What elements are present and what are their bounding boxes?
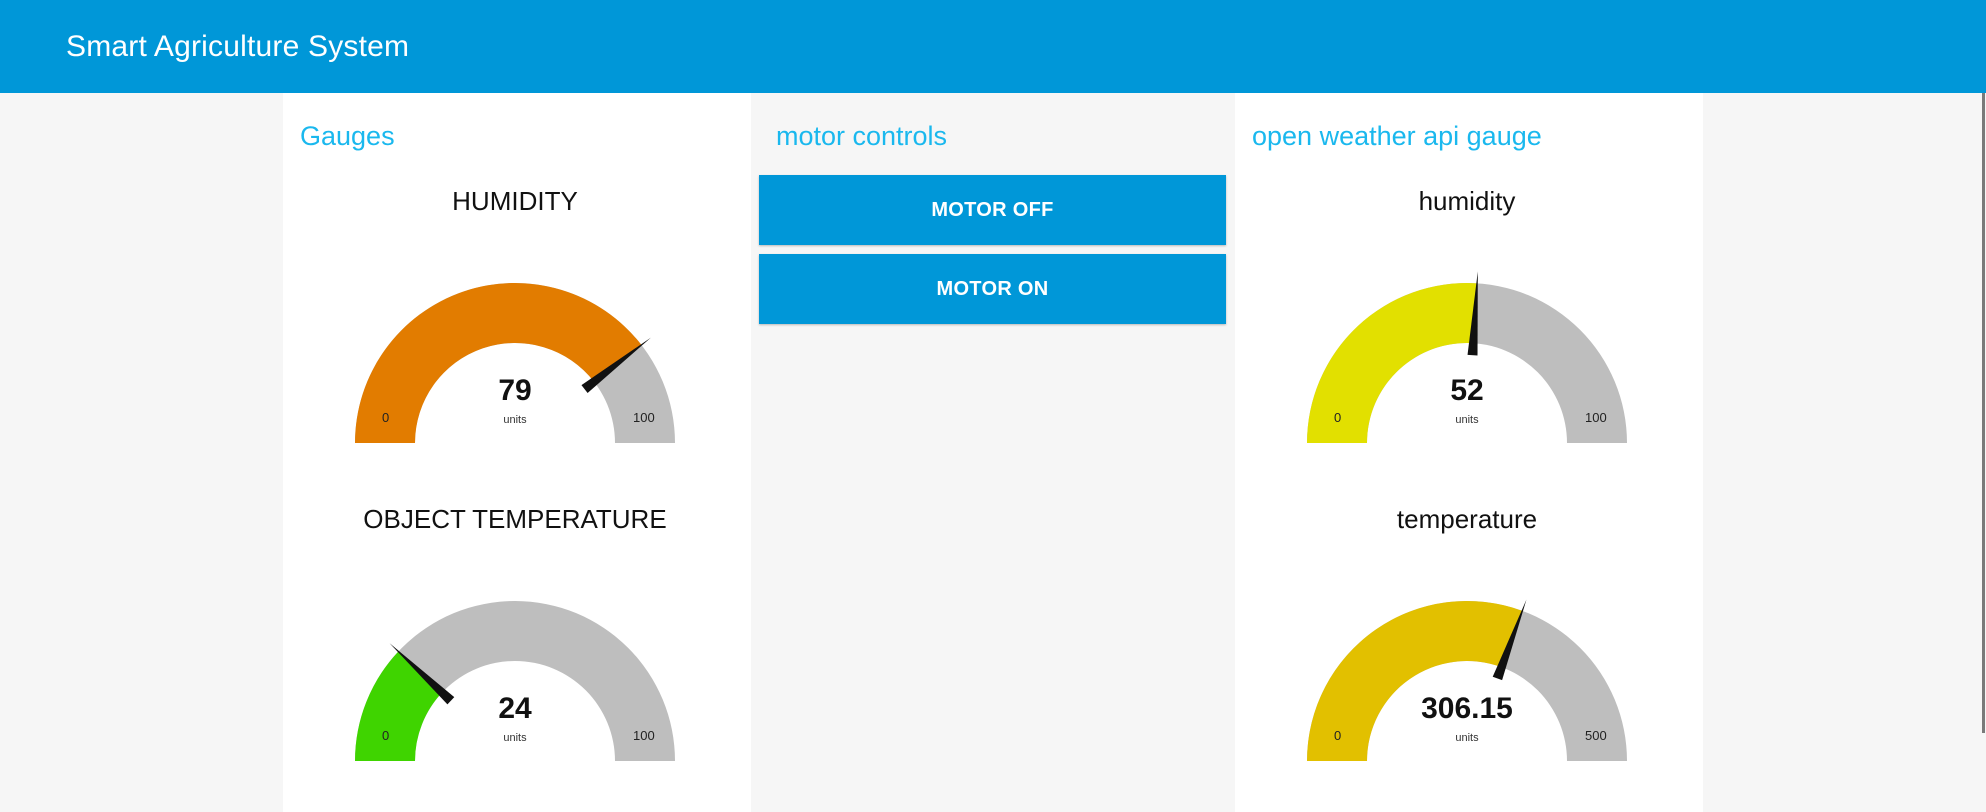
gauge-max: 500 [1585,728,1607,743]
header-bar: Smart Agriculture System [0,0,1986,93]
gauge-min: 0 [1334,410,1342,425]
gauge-value: 24 [498,692,532,725]
gauge-weather-humidity: humidity 52 units 0 100 [1267,186,1667,486]
gauge-units: units [1455,732,1479,744]
gauge-dial [355,282,675,443]
gauge-dial [1307,271,1627,443]
group-title-open-weather: open weather api gauge [1252,121,1542,151]
scrollbar[interactable] [1982,93,1985,733]
gauge-units: units [503,732,527,744]
group-motor-controls: motor controls MOTOR OFF MOTOR ON [759,93,1227,812]
group-open-weather: open weather api gauge humidity 52 units… [1235,93,1703,812]
gauge-units: units [1455,414,1479,426]
motor-off-button[interactable]: MOTOR OFF [759,175,1226,245]
gauge-min: 0 [382,410,390,425]
group-title-motor-controls: motor controls [776,121,948,151]
gauge-value: 52 [1450,374,1484,407]
gauge-object-temperature: OBJECT TEMPERATURE 24 units 0 100 [315,504,715,804]
app-title: Smart Agriculture System [66,30,410,63]
gauge-max: 100 [1585,410,1607,425]
gauge-value: 79 [498,374,532,407]
group-title-gauges: Gauges [300,121,395,151]
gauge-max: 100 [633,728,655,743]
gauge-dial [1307,599,1627,761]
gauge-min: 0 [382,728,390,743]
gauge-dial [355,601,675,761]
gauge-humidity: HUMIDITY 79 units 0 100 [315,186,715,486]
gauge-units: units [503,414,527,426]
group-gauges: Gauges HUMIDITY 79 units 0 100 OBJECT TE… [283,93,751,812]
motor-on-button[interactable]: MOTOR ON [759,254,1226,324]
gauge-value: 306.15 [1421,692,1513,725]
gauge-min: 0 [1334,728,1342,743]
gauge-weather-temperature: temperature 306.15 units 0 500 [1267,504,1667,804]
gauge-max: 100 [633,410,655,425]
